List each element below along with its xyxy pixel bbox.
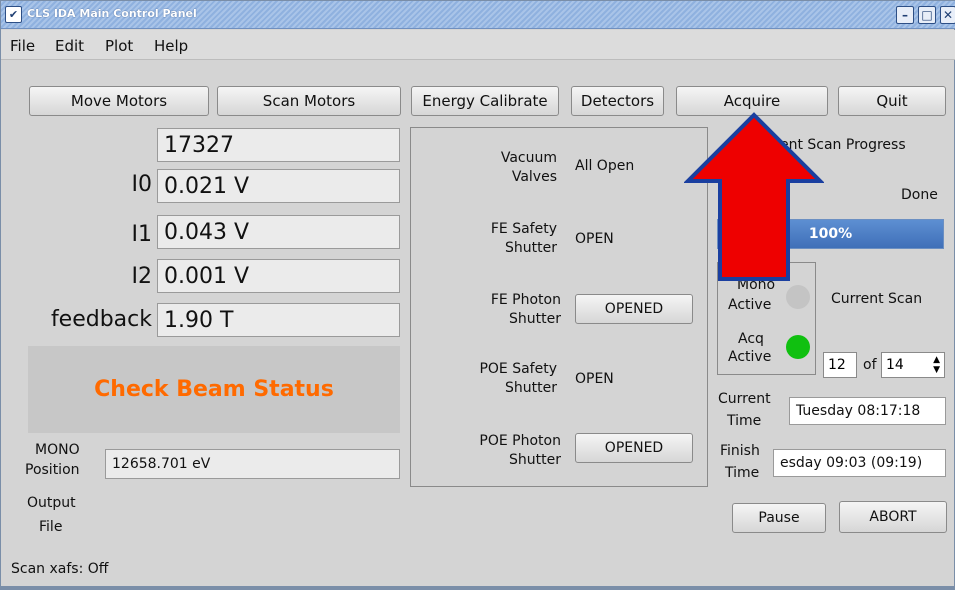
spinner-arrows-icon[interactable]: ▲ ▼ [933, 355, 940, 375]
title-bar: ✔ CLS IDA Main Control Panel – □ ✕ [1, 1, 955, 29]
up-arrow-icon [684, 112, 824, 281]
pause-button[interactable]: Pause [732, 503, 826, 533]
menu-bar: File Edit Plot Help [1, 30, 955, 60]
current-time-label: Current [718, 391, 771, 407]
finish-time-label: Finish [720, 443, 760, 459]
i1-readout: 0.043 V [157, 215, 400, 249]
fe-safety-label: FE Safety [490, 221, 557, 237]
scan-progress-status: Done [901, 187, 938, 203]
beam-status-text: Check Beam Status [94, 377, 334, 402]
total-scans-spinner[interactable]: 14 ▲ ▼ [881, 352, 945, 378]
abort-button[interactable]: ABORT [839, 501, 947, 533]
current-scan-field[interactable]: 12 [823, 352, 857, 378]
menu-plot[interactable]: Plot [105, 37, 133, 55]
mono-position-label: Position [25, 462, 80, 478]
minimize-icon[interactable]: – [896, 6, 914, 24]
mono-active-led-icon [786, 285, 810, 309]
i0-readout: 0.021 V [157, 169, 400, 203]
vacuum-valves-label: Valves [511, 169, 557, 185]
fe-safety-status: OPEN [575, 231, 614, 247]
window-title: CLS IDA Main Control Panel [27, 7, 197, 20]
energy-calibrate-button[interactable]: Energy Calibrate [411, 86, 559, 116]
move-motors-button[interactable]: Move Motors [29, 86, 209, 116]
i1-label: I1 [131, 222, 153, 247]
mono-active-label-2: Active [728, 297, 772, 313]
beam-status-indicator: Check Beam Status [28, 346, 400, 433]
fe-photon-shutter-button[interactable]: OPENED [575, 294, 693, 324]
fe-photon-shutter-label: Shutter [509, 311, 561, 327]
status-bar: Scan xafs: Off [11, 559, 946, 585]
feedback-label: feedback [50, 307, 152, 332]
poe-photon-shutter-button[interactable]: OPENED [575, 433, 693, 463]
finish-time-field: esday 09:03 (09:19) [773, 449, 946, 477]
current-scan-label: Current Scan [831, 291, 923, 307]
finish-time-label-2: Time [725, 465, 760, 481]
total-scans-value: 14 [886, 357, 904, 373]
mono-position-readout: 12658.701 eV [105, 449, 400, 479]
fe-safety-shutter-label: Shutter [505, 240, 557, 256]
poe-photon-shutter-label: Shutter [509, 452, 561, 468]
poe-safety-label: POE Safety [479, 361, 557, 377]
detectors-button[interactable]: Detectors [571, 86, 664, 116]
feedback-readout: 1.90 T [157, 303, 400, 337]
vacuum-status: All Open [575, 158, 635, 174]
acq-active-label-2: Active [728, 349, 772, 365]
scan-motors-button[interactable]: Scan Motors [217, 86, 401, 116]
counter-readout: 17327 [157, 128, 400, 162]
status-bar-text: Scan xafs: Off [11, 561, 109, 577]
i2-label: I2 [131, 264, 153, 289]
main-window: ✔ CLS IDA Main Control Panel – □ ✕ File … [0, 0, 955, 590]
i0-label: I0 [131, 172, 153, 197]
i2-readout: 0.001 V [157, 259, 400, 293]
window-menu-chevron-icon[interactable]: ✔ [5, 6, 22, 23]
vacuum-label: Vacuum [500, 150, 557, 166]
fe-photon-label: FE Photon [490, 292, 561, 308]
menu-edit[interactable]: Edit [55, 37, 84, 55]
of-label: of [863, 357, 877, 373]
output-file-label: File [39, 519, 63, 535]
acq-active-led-icon [786, 335, 810, 359]
acq-active-label: Acq [738, 331, 764, 347]
poe-photon-label: POE Photon [479, 433, 561, 449]
maximize-icon[interactable]: □ [918, 6, 936, 24]
menu-help[interactable]: Help [154, 37, 188, 55]
current-time-label-2: Time [727, 413, 762, 429]
shutter-panel: Vacuum Valves All Open FE Safety Shutter… [410, 127, 708, 487]
quit-button[interactable]: Quit [838, 86, 946, 116]
mono-label: MONO [35, 442, 80, 458]
current-time-field: Tuesday 08:17:18 [789, 397, 946, 425]
output-label: Output [27, 495, 76, 511]
poe-safety-shutter-label: Shutter [505, 380, 557, 396]
menu-file[interactable]: File [10, 37, 35, 55]
poe-safety-status: OPEN [575, 371, 614, 387]
window-bottom-border [1, 586, 955, 590]
close-icon[interactable]: ✕ [940, 6, 955, 24]
